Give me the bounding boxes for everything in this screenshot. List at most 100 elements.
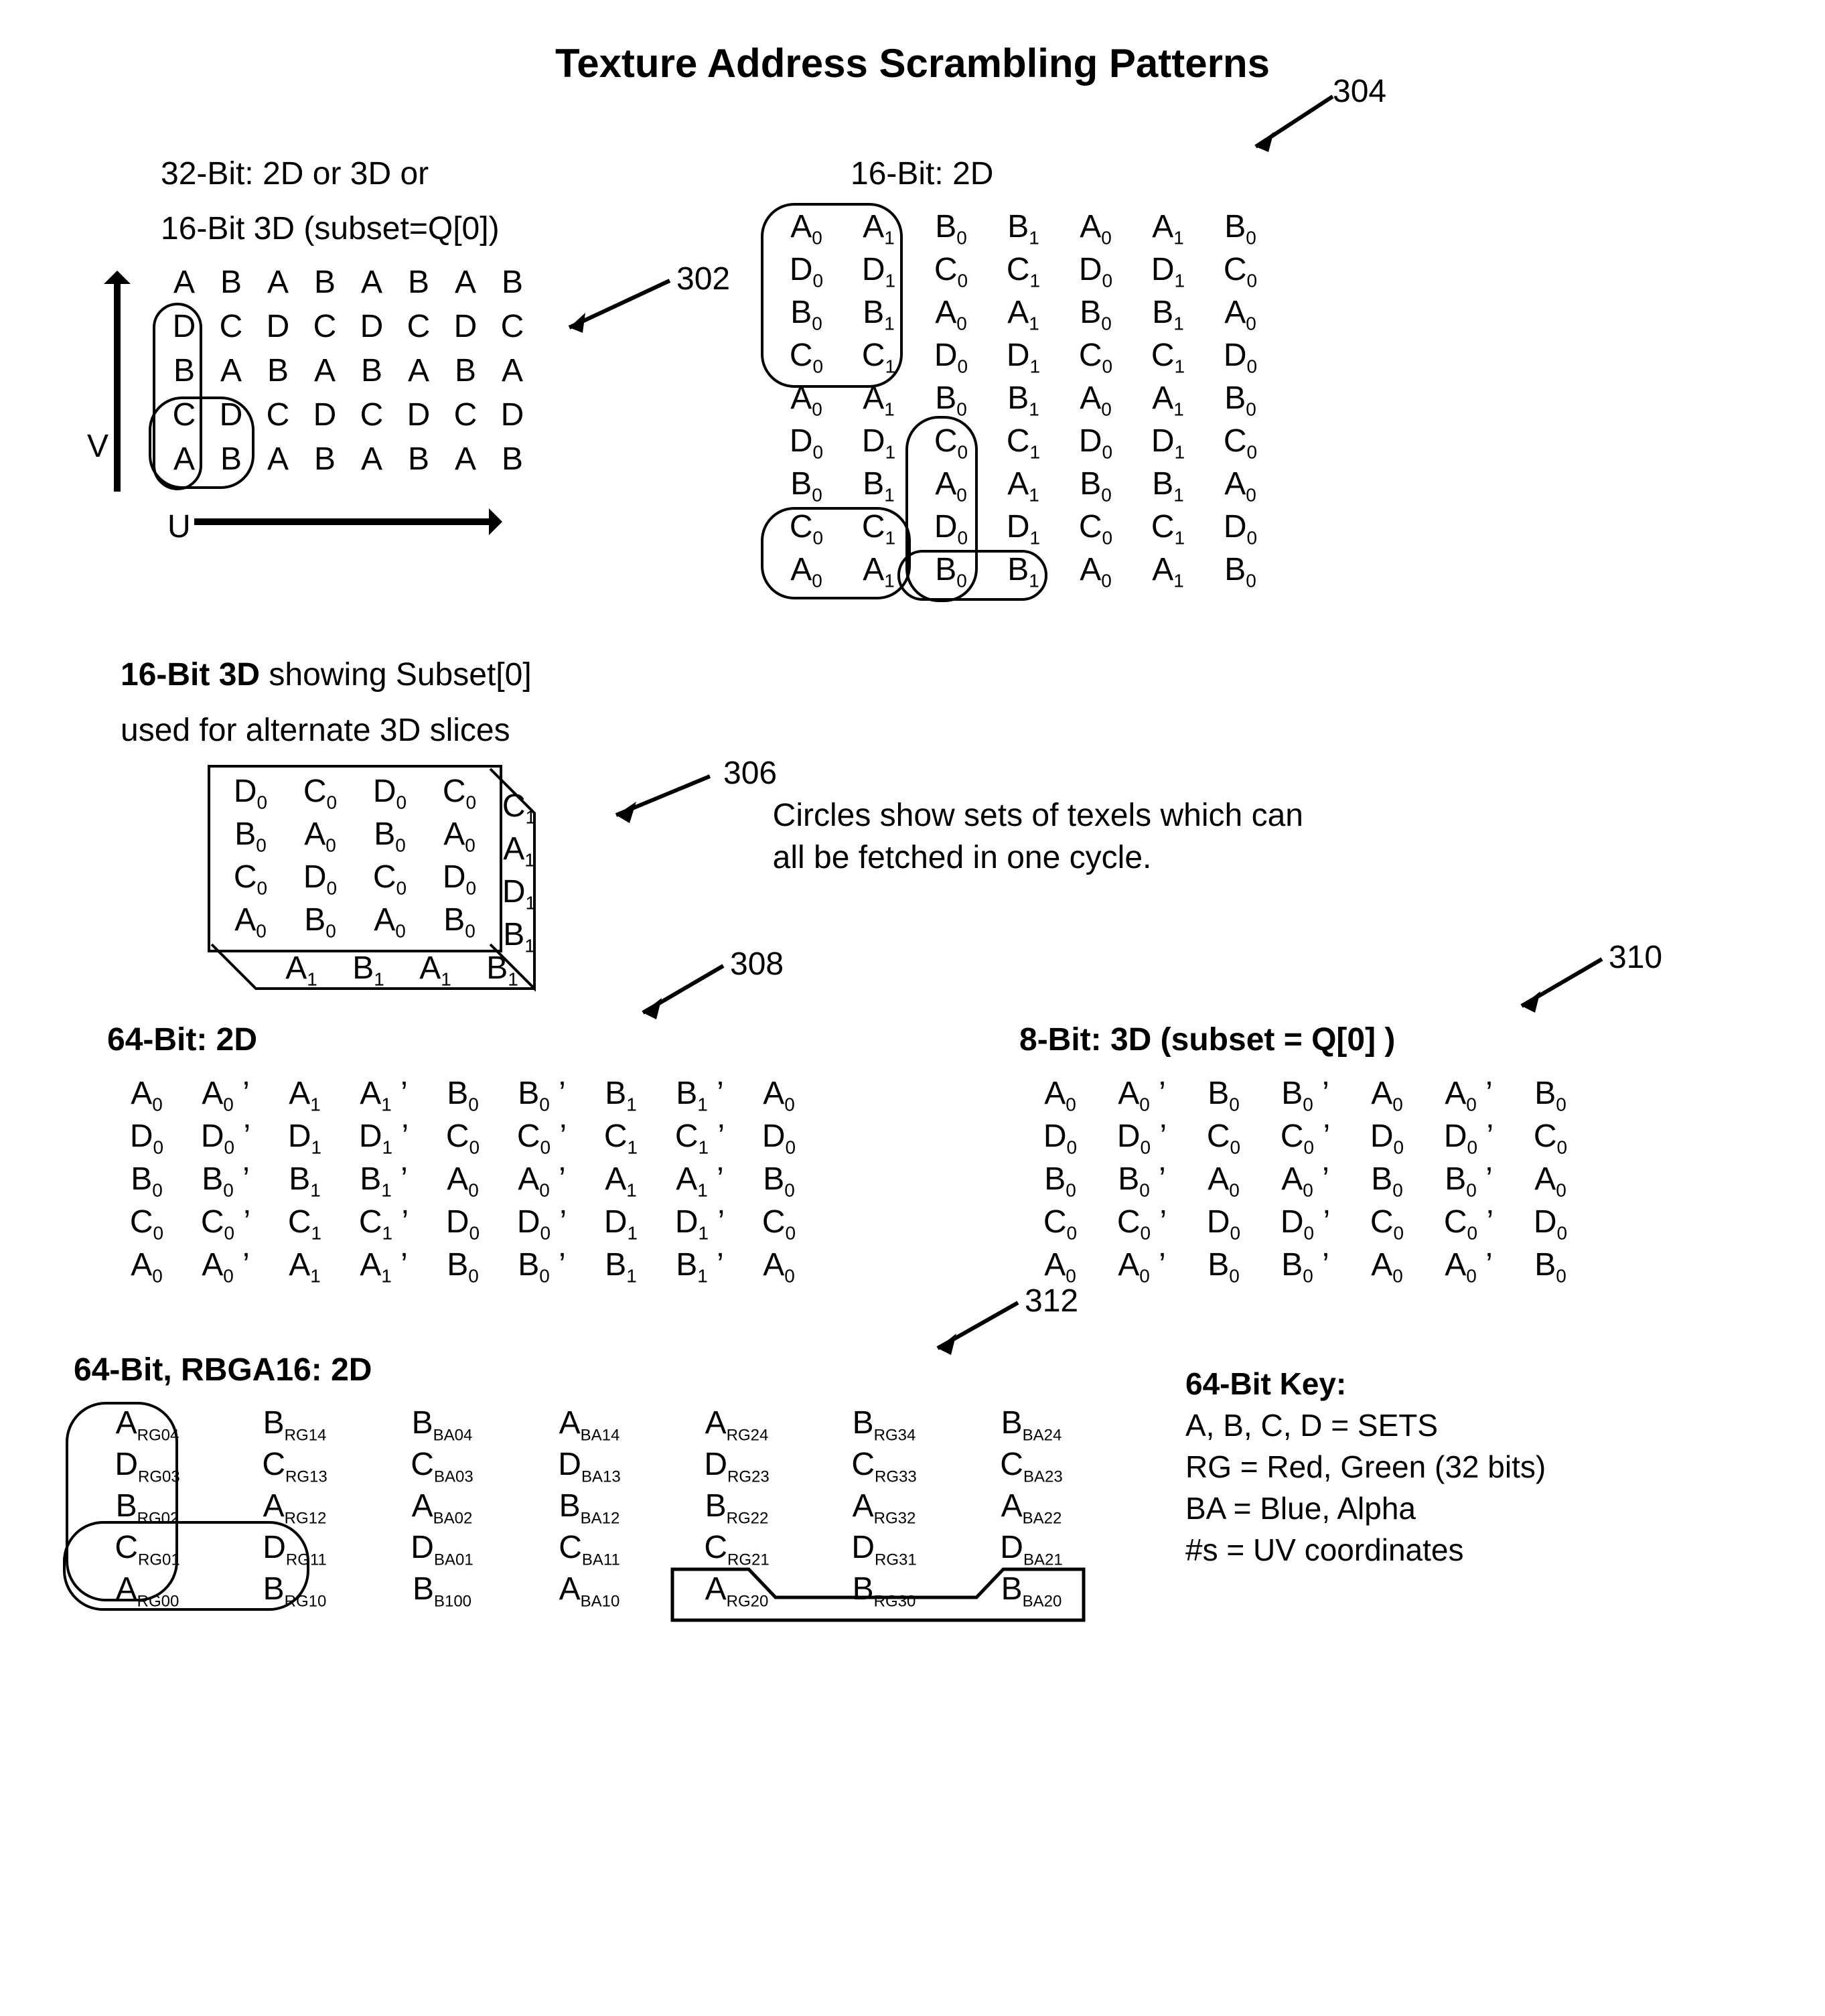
grid-cell: ARG24 — [663, 1405, 810, 1445]
key-line-3: BA = Blue, Alpha — [1185, 1488, 1546, 1529]
grid-cell: B0 — [107, 1161, 186, 1202]
grid-cell: D0 — [107, 1118, 186, 1159]
grid-cell: B — [254, 352, 301, 389]
grid-cell: D0 — [770, 251, 843, 292]
grid-cell: D0 — [915, 508, 987, 549]
grid-cell: B0 — [285, 902, 355, 942]
label-310: 8-Bit: 3D (subset = Q[0] ) — [1019, 1019, 1591, 1061]
grid-cell: A0 — [739, 1075, 818, 1116]
grid-cell: BBA12 — [516, 1488, 663, 1528]
grid-cell: B0 — [1060, 465, 1132, 506]
grid-cell: A1 — [987, 465, 1060, 506]
grid-cell: CBA03 — [368, 1446, 516, 1487]
grid-cell: D0 — [1060, 423, 1132, 463]
grid-cell: C0 ’ — [1264, 1118, 1346, 1159]
grid-cell: C1 — [987, 251, 1060, 292]
grid-cell: D0 ’ — [1428, 1118, 1510, 1159]
grid-cell: A0 — [107, 1075, 186, 1116]
grid-cell: B1 — [987, 380, 1060, 421]
grid-cell: B0 — [1204, 208, 1276, 249]
label-302-line1: 32-Bit: 2D or 3D or — [161, 153, 536, 195]
grid-row: C0D0C0D0 — [216, 859, 494, 902]
grid-cell: A — [442, 441, 489, 478]
grid-cell: A1 — [402, 950, 469, 991]
grid-cell: B1 — [987, 208, 1060, 249]
grid-cell: D — [254, 308, 301, 345]
grid-cell: A0 — [1060, 380, 1132, 421]
grid-cell: ABA22 — [958, 1488, 1105, 1528]
grid-cell: C — [395, 308, 442, 345]
grid-cell: DRG03 — [74, 1446, 221, 1487]
grid-cell: A0 — [216, 902, 285, 942]
grid-cell: A0 ’ — [1264, 1161, 1346, 1202]
grid-row: A0A0 ’B0B0 ’A0A0 ’B0 — [1019, 1075, 1591, 1118]
grid-cell: D0 — [1019, 1118, 1101, 1159]
grid-cell: A0 — [355, 902, 425, 942]
block-308: 308 64-Bit: 2D A0A0 ’A1A1 ’B0B0 ’B1B1 ’A… — [107, 1019, 818, 1289]
grid-cell: D0 — [770, 423, 843, 463]
grid-row: ABABABAB — [161, 441, 536, 485]
grid-cell: B0 — [770, 465, 843, 506]
grid-cell: D1 — [843, 251, 915, 292]
grid-cell: CRG33 — [810, 1446, 958, 1487]
block-306: 16-Bit 3D showing Subset[0] used for alt… — [121, 654, 532, 952]
grid-cell: B0 ’ — [1264, 1246, 1346, 1287]
grid-cell: B0 — [915, 551, 987, 592]
grid-cell: B0 — [1183, 1075, 1264, 1116]
grid-cell: A1 — [843, 551, 915, 592]
grid-cell: B1 — [1132, 294, 1204, 335]
grid-cell: C — [254, 397, 301, 433]
grid-row: ABABABAB — [161, 264, 536, 308]
ref-arrow-306 — [603, 768, 737, 835]
outline-312-bottom — [668, 1565, 1097, 1626]
grid-cell: B0 — [1346, 1161, 1428, 1202]
grid-cell: C — [161, 397, 208, 433]
grid-row: D0D1C0C1D0D1C0 — [770, 251, 1276, 294]
grid-cell: A1 ’ — [660, 1161, 739, 1202]
grid-cell: A — [442, 264, 489, 301]
grid-cell: A — [161, 264, 208, 301]
grid-cell: C0 — [107, 1204, 186, 1244]
grid-cell: C0 — [1060, 508, 1132, 549]
grid-cell: B — [208, 264, 254, 301]
grid-cell: A1 — [581, 1161, 660, 1202]
grid-cell: B1 ’ — [660, 1075, 739, 1116]
grid-cell: C0 — [1060, 337, 1132, 378]
grid-cell: ARG12 — [221, 1488, 368, 1528]
grid-cell: CRG01 — [74, 1529, 221, 1570]
grid-cell: A0 — [1204, 465, 1276, 506]
grid-cell: A0 — [1510, 1161, 1591, 1202]
grid-cell: C — [208, 308, 254, 345]
label-302-line2: 16-Bit 3D (subset=Q[0]) — [161, 208, 536, 250]
grid-cell: A1 ’ — [344, 1075, 423, 1116]
grid-cell: C0 — [355, 859, 425, 899]
grid-cell: B — [489, 441, 536, 478]
grid-cell: A0 — [107, 1246, 186, 1287]
grid-cell: CRG21 — [663, 1529, 810, 1570]
grid-row: CDCDCDCD — [161, 397, 536, 441]
grid-cell: A0 — [285, 816, 355, 857]
grid-cell: BRG10 — [221, 1571, 368, 1611]
grid-cell: C1 — [496, 788, 542, 829]
grid-cell: C0 — [216, 859, 285, 899]
grid-row: B0B0 ’A0A0 ’B0B0 ’A0 — [1019, 1161, 1591, 1204]
grid-cell: ARG00 — [74, 1571, 221, 1611]
note-text: Circles show sets of texels which can al… — [773, 795, 1322, 879]
grid-cell: B1 ’ — [344, 1161, 423, 1202]
grid-cell: A0 — [1346, 1075, 1428, 1116]
box3d-front: D0C0D0C0B0A0B0A0C0D0C0D0A0B0A0B0 — [208, 765, 502, 952]
grid-cell: A — [161, 441, 208, 478]
grid-cell: A — [254, 441, 301, 478]
grid-cell: C0 ’ — [1101, 1204, 1183, 1244]
block-310: 310 8-Bit: 3D (subset = Q[0] ) A0A0 ’B0B… — [1019, 1019, 1591, 1289]
grid-cell: B0 — [1510, 1075, 1591, 1116]
grid-cell: ABA02 — [368, 1488, 516, 1528]
block-304: 16-Bit: 2D A0A1B0B1A0A1B0D0D1C0C1D0D1C0B… — [770, 153, 1276, 594]
grid-cell: A1 — [987, 294, 1060, 335]
grid-cell: B0 — [1019, 1161, 1101, 1202]
grid-row: D1 — [496, 873, 542, 916]
ref-302: 302 — [676, 261, 730, 297]
page-title: Texture Address Scrambling Patterns — [67, 40, 1758, 86]
grid-cell: C — [442, 397, 489, 433]
grid-cell: D1 — [843, 423, 915, 463]
